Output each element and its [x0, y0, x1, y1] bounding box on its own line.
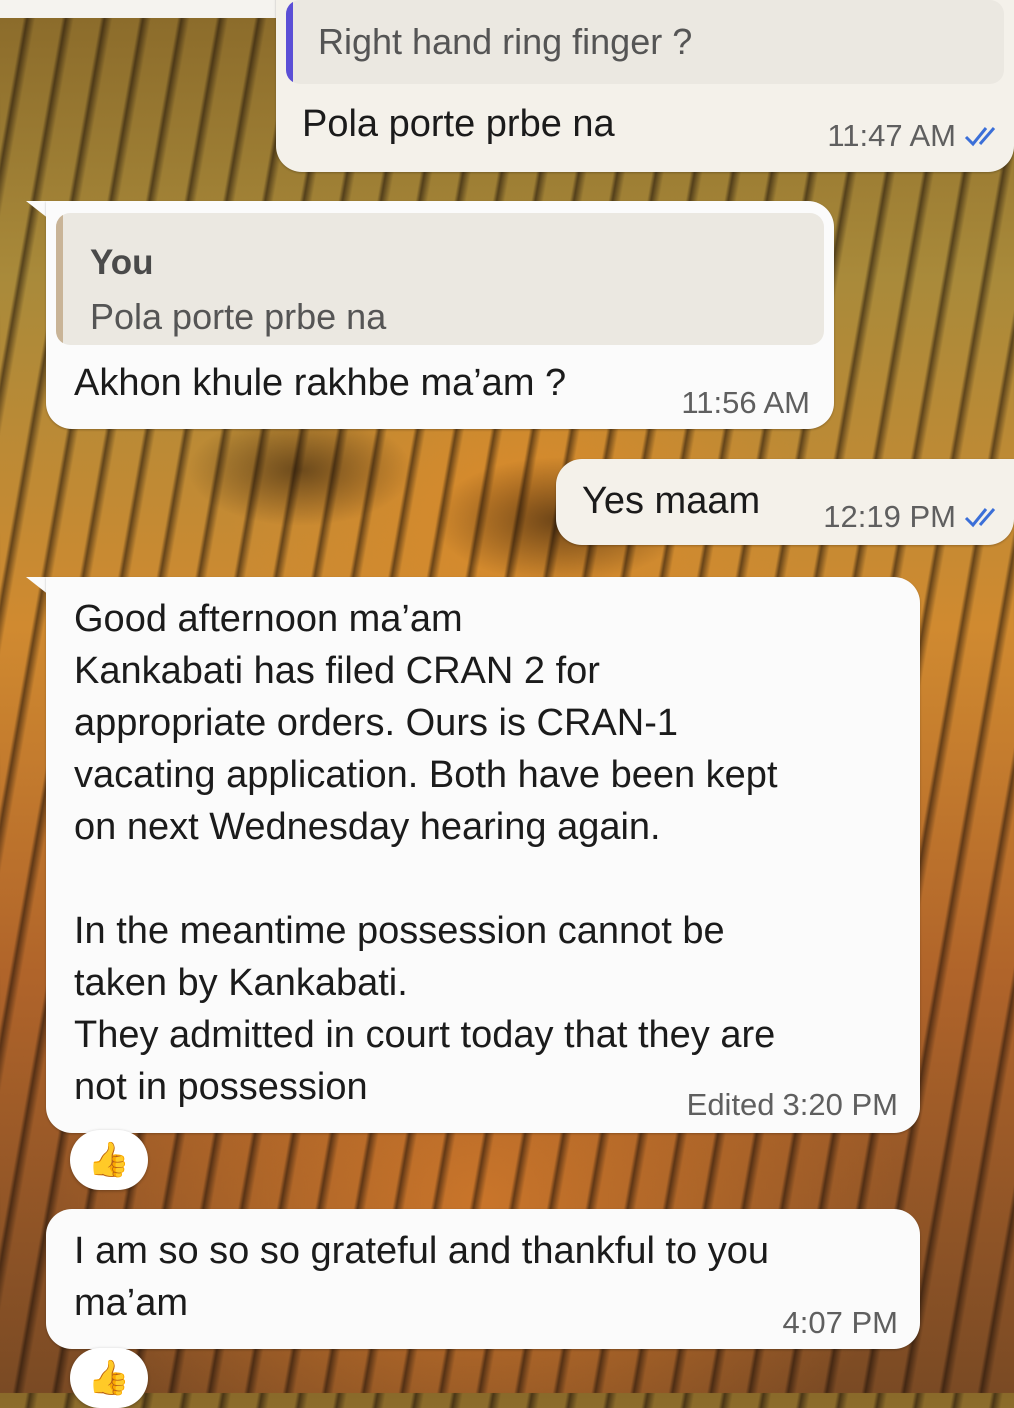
message-time: 12:19 PM: [823, 499, 956, 534]
quoted-message[interactable]: Right hand ring finger ?: [286, 0, 1004, 84]
message-meta: 12:19 PM: [823, 499, 1004, 535]
reaction-chip[interactable]: 👍: [70, 1348, 148, 1408]
message-text: Yes maam: [582, 480, 761, 522]
message-time: 11:47 AM: [827, 118, 956, 153]
quote-accent-bar: [286, 0, 293, 84]
quoted-message[interactable]: You Pola porte prbe na: [56, 213, 824, 345]
message-bubble-incoming[interactable]: I am so so so grateful and thankful to y…: [46, 1209, 920, 1349]
message-meta: 11:47 AM: [827, 118, 1004, 154]
message-time: 4:07 PM: [782, 1305, 898, 1340]
quoted-author: You: [90, 243, 154, 282]
message-text: Akhon khule rakhbe ma’am ?: [74, 362, 567, 404]
message-text: Good afternoon ma’am Kankabati has filed…: [74, 598, 778, 1108]
message-time: 11:56 AM: [681, 385, 810, 420]
message-meta: Edited 3:20 PM: [687, 1087, 898, 1123]
double-check-icon: [964, 127, 996, 147]
message-bubble-outgoing[interactable]: Yes maam 12:19 PM: [556, 459, 1014, 545]
reaction-chip[interactable]: 👍: [70, 1130, 148, 1190]
quoted-text: Right hand ring finger ?: [318, 21, 693, 62]
message-bubble-outgoing[interactable]: Right hand ring finger ? Pola porte prbe…: [276, 0, 1014, 172]
message-bubble-incoming[interactable]: Good afternoon ma’am Kankabati has filed…: [46, 577, 920, 1133]
message-time: 3:20 PM: [782, 1087, 898, 1122]
message-bubble-incoming[interactable]: You Pola porte prbe na Akhon khule rakhb…: [46, 201, 834, 429]
double-check-icon: [964, 508, 996, 528]
quote-accent-bar: [56, 213, 63, 345]
thumbs-up-icon: 👍: [87, 1359, 131, 1397]
quoted-text: Pola porte prbe na: [90, 296, 387, 337]
message-text: Pola porte prbe na: [302, 103, 615, 145]
edited-label: Edited: [686, 1087, 775, 1122]
message-text: I am so so so grateful and thankful to y…: [74, 1230, 769, 1324]
thumbs-up-icon: 👍: [87, 1141, 131, 1179]
